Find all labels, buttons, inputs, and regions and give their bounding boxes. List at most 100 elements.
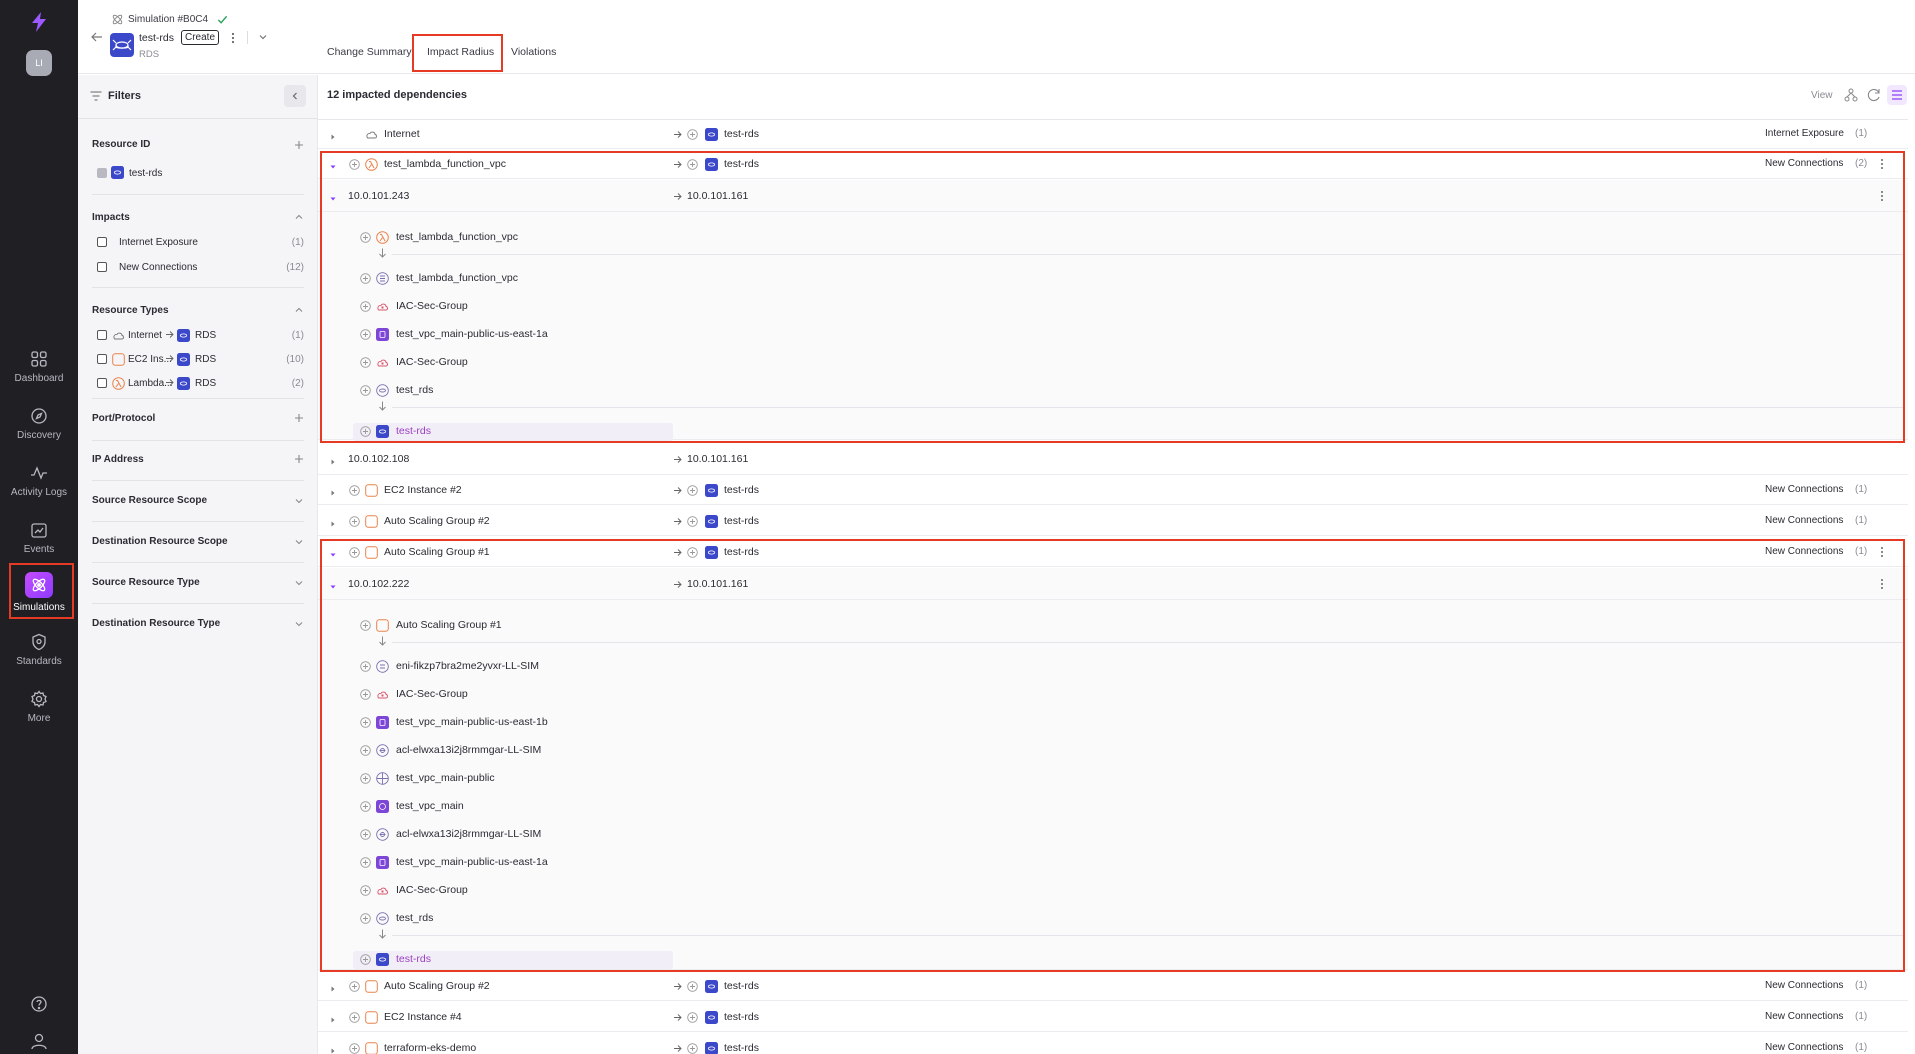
nav-simulations[interactable]: Simulations [0,568,78,622]
collapse-filters-button[interactable] [284,85,306,107]
add-circle-icon[interactable] [349,546,360,558]
caret-down-icon[interactable] [330,193,336,201]
add-circle-icon[interactable] [349,515,360,527]
add-circle-icon[interactable] [687,980,698,992]
add-circle-icon[interactable] [349,1011,360,1023]
add-circle-icon[interactable] [360,954,371,965]
nav-events[interactable]: Events [0,515,78,569]
add-circle-icon[interactable] [360,829,371,840]
plus-icon[interactable] [294,413,304,423]
caret-right-icon[interactable] [330,456,336,465]
chevron-down-icon[interactable] [294,578,304,588]
checkbox-internet-exposure[interactable] [97,237,107,247]
add-circle-icon[interactable] [360,801,371,812]
chevron-up-icon[interactable] [294,305,304,315]
table-row[interactable] [318,1033,1908,1054]
caret-down-icon[interactable] [330,161,336,169]
add-circle-icon[interactable] [360,885,371,896]
table-row[interactable] [318,475,1908,505]
chevron-down-icon[interactable] [294,537,304,547]
filter-destination-scope[interactable]: Destination Resource Scope [92,521,304,562]
add-circle-icon[interactable] [360,232,371,243]
filter-port-protocol[interactable]: Port/Protocol [92,398,304,440]
add-circle-icon[interactable] [360,717,371,728]
filter-ip-address[interactable]: IP Address [92,440,304,480]
table-row[interactable] [318,180,1908,212]
add-circle-icon[interactable] [360,857,371,868]
checkbox-ec2-rds[interactable] [97,354,107,364]
caret-right-icon[interactable] [330,487,336,496]
kebab-menu-icon[interactable] [230,31,236,45]
filter-destination-type[interactable]: Destination Resource Type [92,603,304,644]
kebab-menu-icon[interactable] [1880,546,1884,558]
checkbox-test-rds[interactable] [97,168,107,178]
table-row[interactable] [318,971,1908,1001]
add-circle-icon[interactable] [349,1042,360,1054]
add-circle-icon[interactable] [687,128,698,140]
add-circle-icon[interactable] [360,661,371,672]
add-circle-icon[interactable] [687,1042,698,1054]
nav-more[interactable]: More [0,684,78,738]
lightning-logo-icon[interactable] [27,10,51,34]
caret-right-icon[interactable] [330,983,336,992]
user-avatar[interactable]: LI [26,50,52,76]
add-circle-icon[interactable] [360,426,371,437]
add-circle-icon[interactable] [360,329,371,340]
table-row[interactable] [318,537,1908,567]
tab-impact-radius[interactable]: Impact Radius [427,46,494,58]
table-row[interactable] [318,119,1908,149]
tab-change-summary[interactable]: Change Summary [327,46,412,58]
graph-view-button[interactable] [1841,85,1861,105]
back-arrow-icon[interactable] [90,30,104,44]
plus-icon[interactable] [294,140,304,150]
table-row[interactable] [318,568,1908,600]
add-circle-icon[interactable] [360,301,371,312]
table-row[interactable] [318,506,1908,536]
add-circle-icon[interactable] [687,484,698,496]
caret-down-icon[interactable] [330,581,336,589]
list-view-button[interactable] [1887,85,1907,105]
table-row[interactable] [318,443,1908,475]
add-circle-icon[interactable] [687,158,698,170]
add-circle-icon[interactable] [349,980,360,992]
add-circle-icon[interactable] [687,546,698,558]
chevron-up-icon[interactable] [294,212,304,222]
kebab-menu-icon[interactable] [1880,578,1884,590]
filter-source-scope[interactable]: Source Resource Scope [92,480,304,521]
add-circle-icon[interactable] [360,273,371,284]
add-circle-icon[interactable] [360,745,371,756]
caret-right-icon[interactable] [330,1045,336,1054]
caret-down-icon[interactable] [330,549,336,557]
table-row[interactable] [318,149,1908,179]
kebab-menu-icon[interactable] [1880,190,1884,202]
add-circle-icon[interactable] [360,773,371,784]
checkbox-internet-rds[interactable] [97,330,107,340]
chevron-down-icon[interactable] [294,496,304,506]
caret-right-icon[interactable] [330,518,336,527]
plus-icon[interactable] [294,454,304,464]
nav-activity-logs[interactable]: Activity Logs [0,458,78,512]
chevron-down-icon[interactable] [258,32,268,42]
table-row[interactable] [318,1002,1908,1032]
add-circle-icon[interactable] [360,913,371,924]
add-circle-icon[interactable] [360,620,371,631]
kebab-menu-icon[interactable] [1880,158,1884,170]
add-circle-icon[interactable] [360,385,371,396]
add-circle-icon[interactable] [349,484,360,496]
profile-icon[interactable] [30,1032,48,1050]
checkbox-new-connections[interactable] [97,262,107,272]
tab-violations[interactable]: Violations [511,46,556,58]
caret-right-icon[interactable] [330,131,336,140]
nav-discovery[interactable]: Discovery [0,401,78,455]
refresh-view-button[interactable] [1864,85,1884,105]
add-circle-icon[interactable] [349,158,360,170]
help-icon[interactable] [30,995,48,1013]
chevron-down-icon[interactable] [294,619,304,629]
add-circle-icon[interactable] [360,689,371,700]
nav-dashboard[interactable]: Dashboard [0,344,78,398]
add-circle-icon[interactable] [687,1011,698,1023]
checkbox-lambda-rds[interactable] [97,378,107,388]
add-circle-icon[interactable] [687,515,698,527]
caret-right-icon[interactable] [330,1014,336,1023]
add-circle-icon[interactable] [360,357,371,368]
